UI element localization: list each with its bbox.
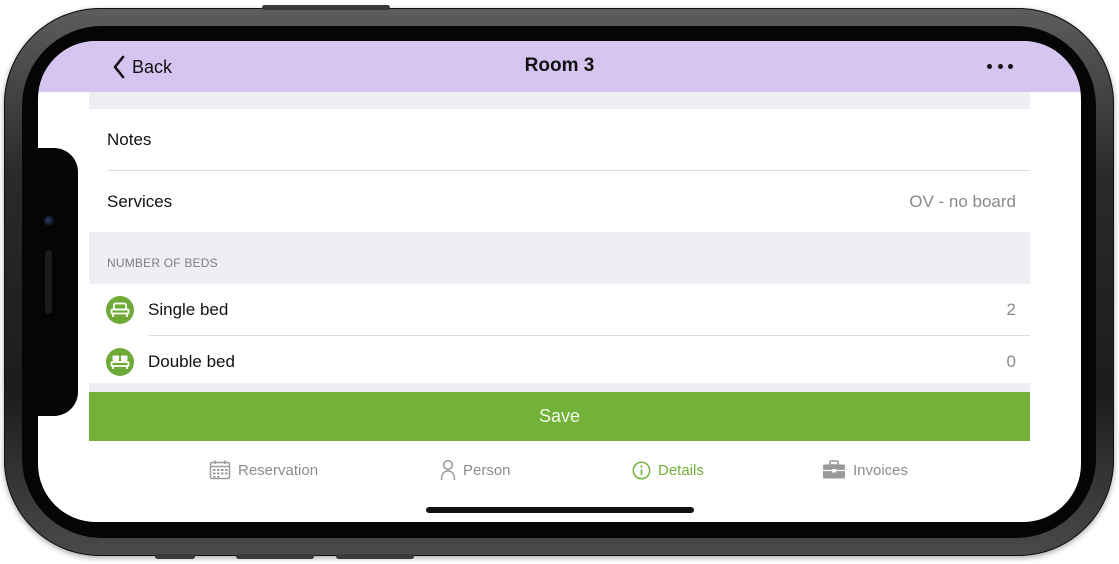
hardware-button — [236, 554, 314, 559]
double-bed-icon — [106, 347, 134, 376]
hardware-button — [336, 554, 414, 559]
camera-icon — [44, 216, 54, 226]
double-bed-label: Double bed — [148, 351, 235, 371]
tab-details[interactable]: Details — [632, 455, 704, 485]
tab-reservation-label: Reservation — [238, 461, 319, 479]
info-icon — [632, 461, 651, 479]
tab-invoices-label: Invoices — [853, 461, 909, 479]
tab-bar: Reservation Person Details Invoices — [38, 455, 1081, 485]
double-bed-count: 0 — [1006, 351, 1016, 371]
tab-reservation[interactable]: Reservation — [209, 455, 318, 485]
more-options-button[interactable] — [987, 61, 1013, 71]
double-bed-row[interactable]: Double bed 0 — [89, 336, 1030, 387]
services-value: OV - no board — [909, 191, 1016, 211]
beds-section-header: NUMBER OF BEDS — [89, 232, 1030, 284]
ellipsis-icon — [997, 63, 1003, 69]
notes-label: Notes — [107, 129, 152, 149]
single-bed-row[interactable]: Single bed 2 — [89, 284, 1030, 335]
calendar-icon — [209, 460, 231, 480]
tab-details-label: Details — [658, 461, 704, 479]
save-button[interactable]: Save — [89, 392, 1030, 441]
tab-invoices[interactable]: Invoices — [822, 455, 908, 485]
tab-person[interactable]: Person — [440, 455, 511, 485]
ellipsis-icon — [987, 63, 992, 69]
details-list: Notes Services OV - no board NUMBER OF B… — [89, 92, 1030, 387]
hardware-button — [262, 5, 390, 10]
save-spacer — [89, 383, 1030, 392]
single-bed-label: Single bed — [148, 299, 229, 319]
person-icon — [440, 459, 456, 481]
navigation-bar: Back Room 3 — [38, 41, 1081, 92]
group-spacer — [89, 92, 1030, 109]
single-bed-count: 2 — [1006, 299, 1016, 319]
briefcase-icon — [823, 460, 845, 479]
ellipsis-icon — [1008, 63, 1013, 69]
tab-person-label: Person — [463, 461, 511, 479]
notes-row[interactable]: Notes — [89, 109, 1030, 170]
single-bed-icon — [106, 295, 134, 324]
services-label: Services — [107, 191, 173, 211]
services-row[interactable]: Services OV - no board — [89, 171, 1030, 232]
home-indicator[interactable] — [426, 507, 694, 513]
hardware-button — [155, 554, 195, 559]
beds-section-title: NUMBER OF BEDS — [107, 256, 218, 270]
app-screen: Back Room 3 Notes Services OV - no board… — [38, 41, 1081, 522]
speaker-grille — [45, 250, 52, 314]
page-title: Room 3 — [524, 55, 595, 76]
phone-notch — [38, 148, 78, 416]
